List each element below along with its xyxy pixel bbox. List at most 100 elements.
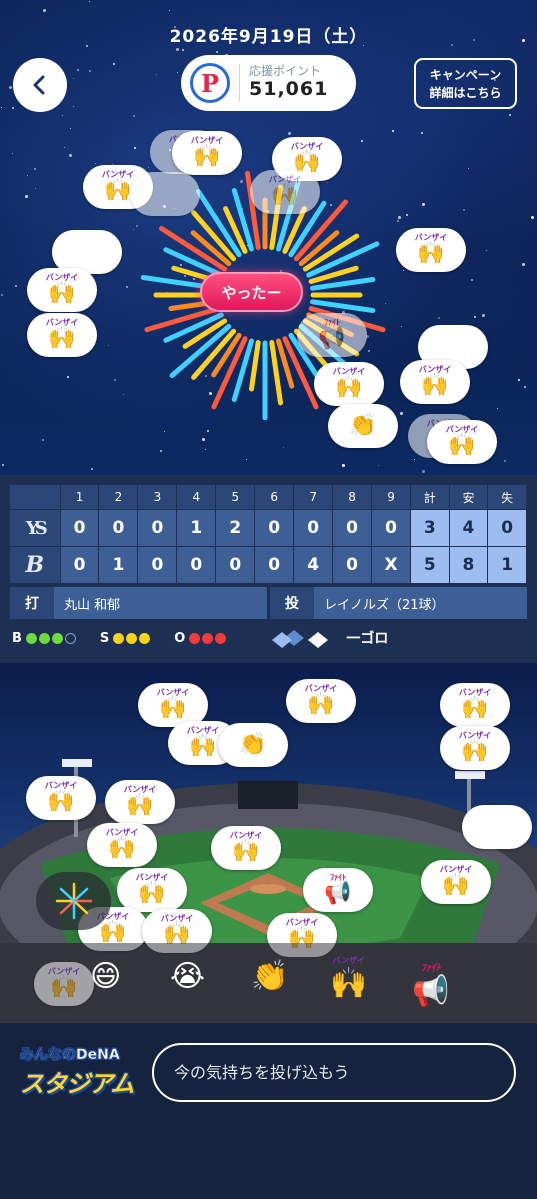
star	[108, 345, 109, 346]
star	[524, 386, 526, 388]
away-errors: 0	[488, 510, 526, 546]
star	[134, 147, 136, 149]
inning-header: 8	[333, 485, 372, 509]
ball-count: B	[12, 631, 78, 646]
yatta-cheer-button[interactable]: やったー	[200, 272, 303, 312]
scoreboard: 1 2 3 4 5 6 7 8 9 計 安 失 YS 0 0 0 1 2 0 0…	[0, 475, 537, 663]
cry-bubble: 😭	[462, 805, 532, 849]
star	[2, 464, 4, 466]
batter-name: 丸山 和郁	[64, 597, 121, 613]
star	[43, 9, 46, 12]
smile-reaction-button[interactable]: 😄	[90, 959, 121, 994]
star	[497, 408, 498, 409]
star	[126, 286, 128, 288]
star	[504, 460, 506, 462]
star	[471, 279, 473, 281]
inning-score: 0	[255, 510, 294, 546]
inning-score: 0	[216, 547, 255, 583]
inning-score: 0	[372, 510, 410, 546]
comment-input[interactable]	[152, 1043, 516, 1102]
star	[77, 69, 79, 71]
hits-header: 安	[449, 485, 488, 509]
star	[70, 128, 71, 129]
inning-header: 3	[138, 485, 177, 509]
strike-dot	[126, 632, 138, 644]
app-logo-bottom: スタジアム	[20, 1070, 134, 1098]
firework-button[interactable]	[36, 872, 111, 930]
inning-header: 7	[294, 485, 333, 509]
banzai-bubble: バンザイ🙌	[427, 420, 497, 464]
star	[401, 326, 402, 327]
star	[421, 132, 423, 134]
ball-count-row: B S O 一ゴロ	[12, 627, 527, 649]
pitcher-box: 投 レイノルズ（21球）	[270, 587, 527, 619]
banzai-bubble: バンザイ🙌	[400, 360, 470, 404]
batter-box: 打 丸山 和郁	[10, 587, 267, 619]
star	[392, 130, 394, 132]
play-result: 一ゴロ	[346, 631, 389, 647]
pitcher-tag: 投	[270, 587, 314, 619]
away-team-logo: YS	[10, 510, 60, 546]
pitcher-name: レイノルズ（21球）	[324, 597, 445, 613]
star	[398, 216, 401, 219]
home-team-row: B 0 1 0 0 0 0 4 0 X 5 8 1	[10, 547, 527, 584]
star	[414, 459, 415, 460]
star	[378, 465, 379, 466]
app-logo-top: みんなのDeNA	[20, 1047, 120, 1063]
out-dot	[215, 632, 227, 644]
banzai-bubble: バンザイ🙌	[440, 683, 510, 727]
star	[406, 214, 408, 216]
star	[89, 1, 90, 2]
star	[42, 439, 44, 441]
star	[177, 72, 178, 73]
inning-score: 0	[333, 547, 372, 583]
star	[160, 450, 162, 452]
inning-score: 0	[99, 510, 138, 546]
cry-reaction-button[interactable]: 😭	[170, 959, 205, 994]
campaign-details-button[interactable]: キャンペーン 詳細はこちら	[414, 58, 517, 109]
star	[123, 394, 124, 395]
star	[361, 140, 363, 142]
star	[422, 203, 425, 206]
inning-score: 0	[60, 547, 99, 583]
star	[342, 464, 345, 467]
inning-score: 0	[138, 510, 177, 546]
banzai-bubble: バンザイ🙌	[117, 868, 187, 912]
star	[148, 167, 149, 168]
firework-ray	[248, 340, 261, 392]
star	[12, 107, 14, 109]
home-runs: 5	[410, 547, 449, 583]
banzai-bubble: バンザイ🙌	[172, 131, 242, 175]
inning-header: 9	[372, 485, 410, 509]
errors-header: 失	[488, 485, 526, 509]
inning-header: 5	[216, 485, 255, 509]
back-button[interactable]	[13, 58, 67, 112]
banzai-reaction-button[interactable]: バンザイ 🙌	[330, 955, 367, 1001]
inning-score: 1	[177, 510, 216, 546]
banzai-bubble: バンザイ🙌	[87, 823, 157, 867]
star	[136, 225, 138, 227]
star	[95, 163, 96, 164]
star	[9, 86, 12, 89]
star	[482, 314, 485, 317]
star	[468, 168, 469, 169]
ball-dot	[51, 632, 63, 644]
star	[403, 270, 404, 271]
star	[474, 316, 476, 318]
inning-header: 2	[99, 485, 138, 509]
star	[463, 209, 465, 211]
bases-diamond-icon	[272, 630, 329, 648]
inning-score: 1	[99, 547, 138, 583]
fight-reaction-button[interactable]: ﾌｧｲﾄ 📢	[412, 959, 449, 1009]
star	[156, 74, 157, 75]
banzai-bubble: バンザイ🙌	[211, 826, 281, 870]
ball-dot	[38, 632, 50, 644]
star	[518, 379, 520, 381]
cheer-sky-area: 2026年9月19日（土） P 応援ポイント 51,061 キャンペーン 詳細は…	[0, 0, 537, 475]
cry-bubble: 😭	[130, 172, 200, 216]
banzai-bubble: バンザイ🙌	[440, 726, 510, 770]
star	[216, 51, 218, 53]
inning-score: 0	[177, 547, 216, 583]
star	[509, 114, 511, 116]
clap-reaction-button[interactable]: 👏	[251, 959, 288, 994]
